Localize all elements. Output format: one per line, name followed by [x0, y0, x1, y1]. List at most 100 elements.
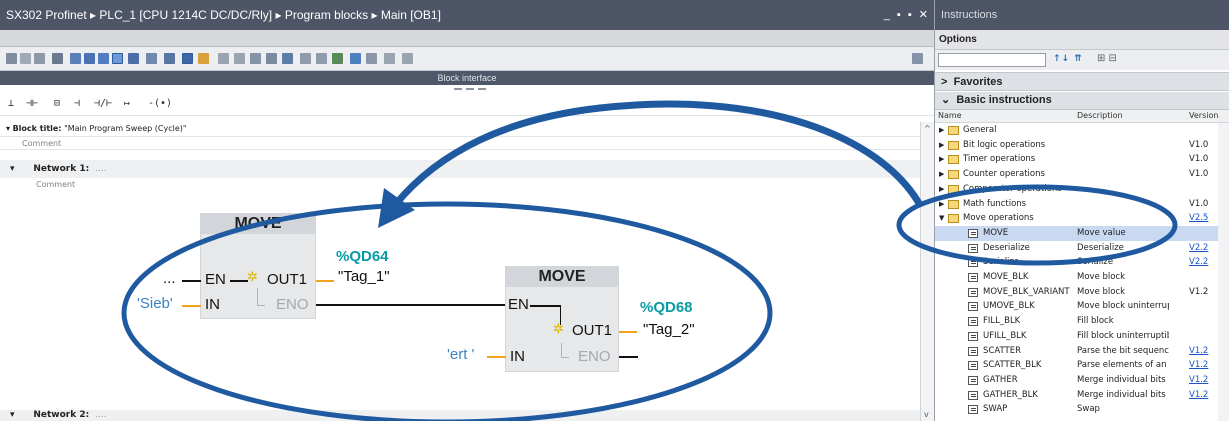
update-calls-icon[interactable] — [250, 53, 261, 64]
expand-triangle-icon[interactable]: ▶ — [939, 152, 944, 167]
block-title-row[interactable]: ▾ Block title: "Main Program Sweep (Cycl… — [0, 122, 920, 135]
instruction-row[interactable]: UMOVE_BLK Move block uninterrup... — [935, 299, 1229, 314]
instruction-row[interactable]: Serialize Serialize V2.2 — [935, 255, 1229, 270]
move2-output-tag[interactable]: "Tag_2" — [643, 321, 695, 338]
instruction-row[interactable]: UFILL_BLK Fill block uninterruptible — [935, 329, 1229, 344]
fav-coil-icon[interactable]: -(•) — [148, 98, 172, 109]
move1-input-value[interactable]: 'Sieb' — [137, 295, 173, 312]
instruction-version[interactable]: V2.5 — [1189, 211, 1208, 226]
absolute-symbolic-icon[interactable] — [182, 53, 193, 64]
split-editor-icon[interactable] — [912, 53, 923, 64]
instruction-row[interactable]: ▶ Bit logic operations V1.0 — [935, 138, 1229, 153]
lock-icon[interactable] — [402, 53, 413, 64]
instruction-row[interactable]: SWAP Swap — [935, 402, 1229, 417]
instruction-row[interactable]: ▼ Move operations V2.5 — [935, 211, 1229, 226]
scroll-down-icon[interactable]: v — [924, 410, 929, 419]
indent-icon[interactable] — [300, 53, 311, 64]
sync-icon[interactable] — [282, 53, 293, 64]
col-description[interactable]: Description — [1077, 111, 1123, 120]
instruction-row[interactable]: MOVE_BLK_VARIANT Move block V1.2 — [935, 285, 1229, 300]
network-2-label: Network 2: — [33, 410, 90, 420]
expand-triangle-icon[interactable]: ▶ — [939, 167, 944, 182]
fav-nc-contact-icon[interactable]: ⊣/⊢ — [94, 98, 112, 109]
list-view-icon[interactable] — [98, 53, 109, 64]
bookmark-icon[interactable] — [332, 53, 343, 64]
splitter-handle[interactable] — [454, 83, 494, 90]
favorites-bar-icon[interactable] — [112, 53, 123, 64]
insert-row-icon[interactable] — [34, 53, 45, 64]
instruction-row[interactable]: GATHER Merge individual bits in... V1.2 — [935, 373, 1229, 388]
instruction-row[interactable]: Deserialize Deserialize V2.2 — [935, 241, 1229, 256]
next-bookmark-icon[interactable] — [350, 53, 361, 64]
instruction-description: Move value — [1077, 227, 1126, 238]
go-to-previous-error-icon[interactable] — [218, 53, 229, 64]
open-all-networks-icon[interactable] — [70, 53, 81, 64]
instruction-version[interactable]: V1.2 — [1189, 344, 1208, 359]
network-1-header[interactable]: ▾ Network 1:.... — [0, 160, 920, 178]
move1-output-tag[interactable]: "Tag_1" — [338, 268, 390, 285]
folder-icon — [948, 155, 959, 165]
network-1-comment[interactable]: Comment — [0, 178, 920, 192]
delete-network-icon[interactable] — [20, 53, 31, 64]
outdent-icon[interactable] — [316, 53, 327, 64]
show-tags-icon[interactable] — [128, 53, 139, 64]
snapshot-icon[interactable] — [366, 53, 377, 64]
expand-triangle-icon[interactable]: ▶ — [939, 123, 944, 138]
instruction-version[interactable]: V1.2 — [1189, 388, 1208, 403]
instruction-row[interactable]: SCATTER_BLK Parse elements of an A... V1.2 — [935, 358, 1229, 373]
move1-output-address[interactable]: %QD64 — [336, 248, 389, 265]
view-options-icon[interactable]: ⊞ ⊟ — [1097, 53, 1117, 64]
col-name[interactable]: Name — [938, 111, 962, 120]
fav-no-contact-icon[interactable]: ⊣⊢ — [26, 98, 38, 109]
monitoring-icon[interactable] — [198, 53, 209, 64]
show-comments-icon[interactable] — [164, 53, 175, 64]
close-all-networks-icon[interactable] — [84, 53, 95, 64]
move2-star-icon: ✲ — [553, 322, 564, 337]
instruction-row[interactable]: MOVE Move value — [935, 225, 1229, 241]
move1-star-icon: ✲ — [247, 270, 258, 285]
expand-triangle-icon[interactable]: ▶ — [939, 182, 944, 197]
move2-output-address[interactable]: %QD68 — [640, 299, 693, 316]
search-nav-icons[interactable]: ↑↓ ⇈ — [1053, 54, 1083, 64]
instruction-row[interactable]: SCATTER Parse the bit sequence i... V1.2 — [935, 344, 1229, 359]
favorites-section[interactable]: > Favorites — [935, 72, 1229, 91]
window-controls[interactable]: _ ▪ ▪ ✕ — [884, 0, 930, 30]
fav-empty-box-icon[interactable]: ⊥ — [8, 98, 14, 109]
fav-box-icon[interactable]: ⊟ — [54, 98, 60, 109]
options-header[interactable]: Options — [935, 30, 1229, 50]
instruction-row[interactable]: FILL_BLK Fill block — [935, 314, 1229, 329]
move2-out1-wire — [619, 331, 637, 333]
instruction-row[interactable]: ▶ Timer operations V1.0 — [935, 152, 1229, 167]
expand-triangle-icon[interactable]: ▶ — [939, 197, 944, 212]
instruction-row[interactable]: ▶ Math functions V1.0 — [935, 197, 1229, 212]
go-to-next-error-icon[interactable] — [234, 53, 245, 64]
search-input[interactable] — [938, 53, 1046, 67]
show-tag-info-icon[interactable] — [146, 53, 157, 64]
move1-internal-wire — [230, 280, 248, 282]
scroll-up-icon[interactable]: ^ — [924, 124, 931, 133]
instruction-row[interactable]: ▶ Counter operations V1.0 — [935, 167, 1229, 182]
network-2-header[interactable]: ▾ Network 2:.... — [0, 410, 920, 421]
instruction-version[interactable]: V2.2 — [1189, 255, 1208, 270]
toggle-absolute-icon[interactable] — [52, 53, 63, 64]
expand-triangle-icon[interactable]: ▼ — [939, 211, 944, 226]
instruction-row[interactable]: MOVE_BLK Move block — [935, 270, 1229, 285]
instructions-scrollbar[interactable] — [1218, 123, 1229, 421]
instruction-version[interactable]: V1.2 — [1189, 373, 1208, 388]
fav-contact-icon[interactable]: ⊣ — [74, 98, 80, 109]
instruction-version[interactable]: V2.2 — [1189, 241, 1208, 256]
basic-instructions-section[interactable]: ⌄ Basic instructions — [935, 92, 1229, 110]
insert-network-icon[interactable] — [6, 53, 17, 64]
editor-scrollbar[interactable]: ^ v — [920, 122, 934, 421]
instruction-row[interactable]: ▶ General — [935, 123, 1229, 138]
expand-triangle-icon[interactable]: ▶ — [939, 138, 944, 153]
instruction-row[interactable]: ▶ Comparator operations — [935, 182, 1229, 197]
instruction-row[interactable]: GATHER_BLK Merge individual bits in... V1.… — [935, 388, 1229, 403]
block-comment[interactable]: Comment — [0, 136, 920, 150]
move2-input-value[interactable]: 'ert ' — [447, 346, 474, 363]
fav-branch-icon[interactable]: ↦ — [124, 98, 130, 109]
col-version[interactable]: Version — [1189, 111, 1218, 120]
compare-icon[interactable] — [266, 53, 277, 64]
instruction-version[interactable]: V1.2 — [1189, 358, 1208, 373]
watch-icon[interactable] — [384, 53, 395, 64]
